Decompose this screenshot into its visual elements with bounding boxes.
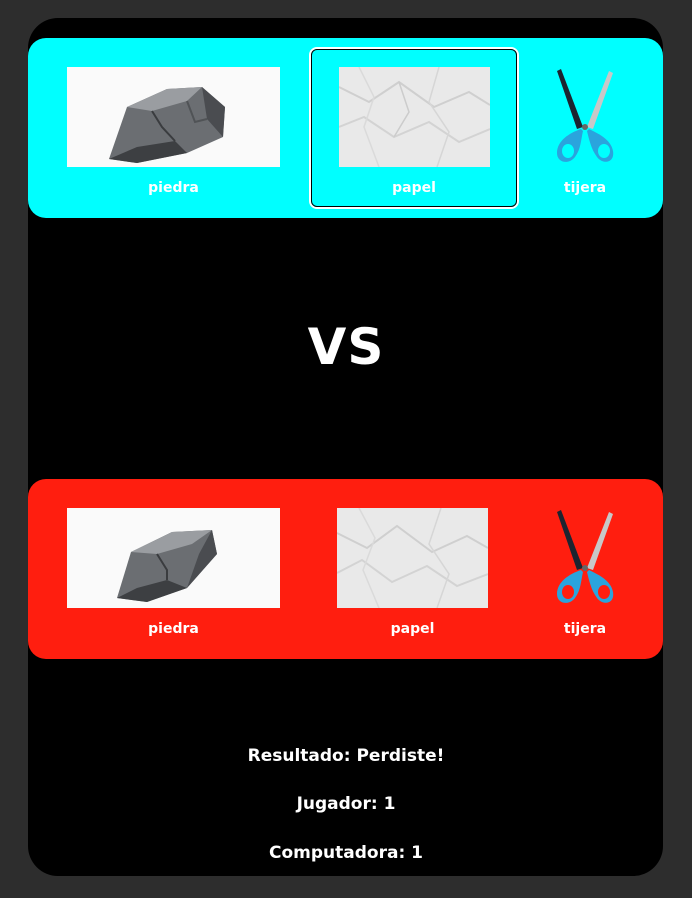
rock-icon	[67, 508, 280, 608]
scissors-icon	[547, 508, 623, 608]
scissors-icon	[547, 67, 623, 167]
player-choice-label: tijera	[563, 180, 607, 196]
player-choice-label: piedra	[148, 180, 199, 196]
vs-label: VS	[307, 318, 385, 376]
computer-choice-label: papel	[390, 621, 435, 637]
player-choice-label: papel	[392, 180, 436, 196]
computer-choices-panel: piedra papel tijera	[28, 479, 663, 659]
paper-icon	[339, 67, 490, 167]
result-outcome: Resultado: Perdiste!	[247, 746, 445, 766]
player-choices-panel: piedra papel tijera	[28, 38, 663, 218]
computer-choice-papel: papel	[337, 479, 488, 659]
rock-icon	[67, 67, 280, 167]
computer-choice-label: piedra	[148, 621, 199, 637]
computer-choice-piedra: piedra	[67, 479, 280, 659]
player-choice-papel[interactable]: papel	[309, 47, 519, 209]
player-score: Jugador: 1	[296, 794, 396, 814]
player-choice-piedra[interactable]: piedra	[67, 38, 280, 218]
computer-choice-label: tijera	[563, 621, 607, 637]
computer-choice-tijera: tijera	[543, 479, 627, 659]
computer-score: Computadora: 1	[269, 843, 423, 863]
paper-icon	[337, 508, 488, 608]
player-choice-tijera[interactable]: tijera	[543, 38, 627, 218]
